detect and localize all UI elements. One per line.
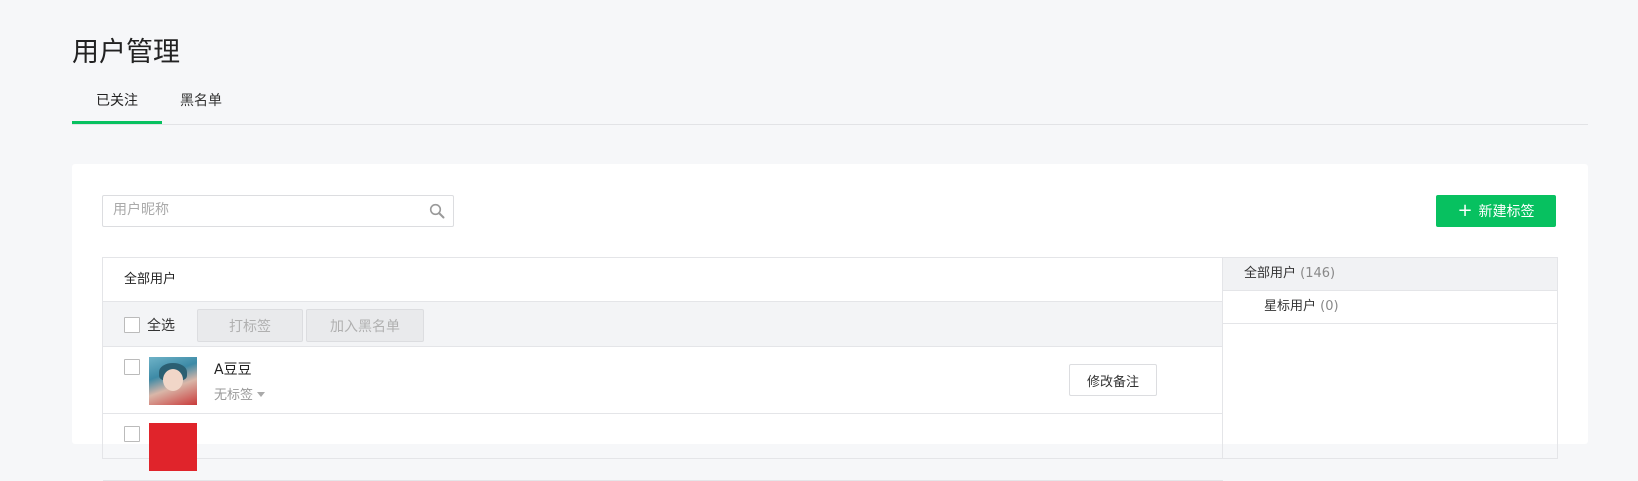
table-row: A豆豆 无标签 修改备注 [103, 347, 1223, 414]
avatar [149, 357, 197, 405]
current-group-title: 全部用户 [103, 258, 1223, 302]
user-name: A豆豆 [214, 362, 252, 378]
group-label: 全部用户 [1244, 266, 1297, 281]
edit-remark-button[interactable]: 修改备注 [1069, 364, 1157, 396]
user-management-card: + 新建标签 全部用户 全选 打标签 加入黑名单 A豆豆 无标签 修改备注 [72, 164, 1588, 481]
plus-icon: + [1457, 200, 1473, 221]
search-input[interactable] [103, 196, 423, 224]
caret-down-icon [257, 392, 266, 397]
tab-following[interactable]: 已关注 [72, 86, 162, 124]
group-label: 星标用户 [1264, 299, 1317, 314]
add-to-blacklist-button[interactable]: 加入黑名单 [306, 309, 424, 342]
group-item-all-users[interactable]: 全部用户 (146) [1223, 258, 1557, 291]
table-row [103, 414, 1223, 481]
search-box [102, 195, 454, 227]
tag-button[interactable]: 打标签 [197, 309, 303, 342]
group-list-panel: 全部用户 (146) 星标用户 (0) [1222, 257, 1558, 459]
user-checkbox[interactable] [124, 359, 140, 375]
group-count: (146) [1300, 266, 1336, 281]
user-list-toolbar: 全选 打标签 加入黑名单 [103, 302, 1223, 347]
user-tag-label: 无标签 [214, 388, 254, 403]
new-tag-button[interactable]: + 新建标签 [1436, 195, 1556, 227]
tab-blacklist[interactable]: 黑名单 [162, 86, 240, 124]
group-item-starred-users[interactable]: 星标用户 (0) [1223, 291, 1557, 324]
select-all-checkbox[interactable] [124, 317, 140, 333]
page-title: 用户管理 [72, 37, 180, 68]
user-tag-dropdown[interactable]: 无标签 [214, 384, 266, 403]
group-count: (0) [1320, 299, 1339, 314]
user-list-panel: 全部用户 全选 打标签 加入黑名单 A豆豆 无标签 修改备注 [102, 257, 1223, 481]
search-icon[interactable] [429, 203, 445, 219]
tab-bar: 已关注 黑名单 [72, 86, 1588, 125]
select-all-label[interactable]: 全选 [147, 315, 175, 335]
avatar [149, 423, 197, 471]
new-tag-label: 新建标签 [1478, 204, 1535, 220]
user-checkbox[interactable] [124, 426, 140, 442]
